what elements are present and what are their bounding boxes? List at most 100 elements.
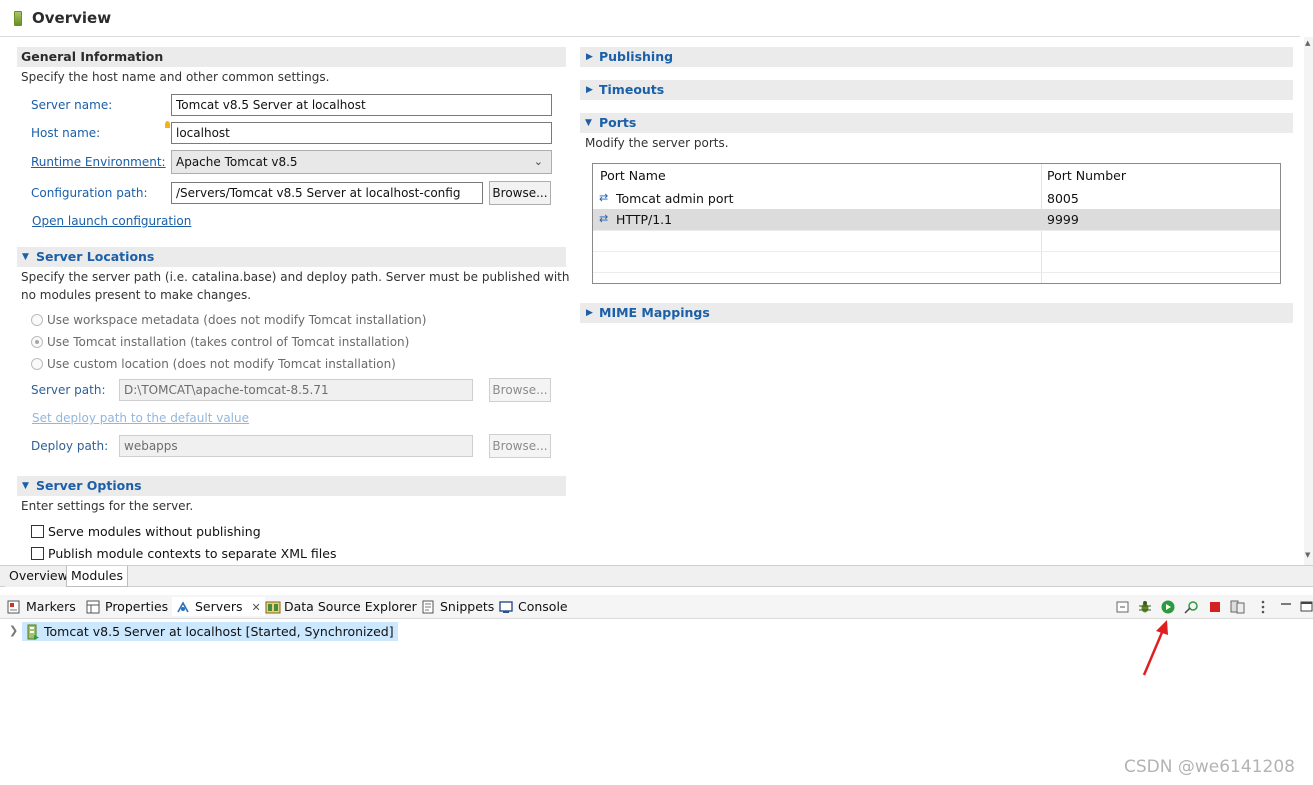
section-publishing[interactable]: ▶ Publishing [580,47,1293,67]
section-server-options[interactable]: ▼ Server Options [17,476,566,496]
checkbox [31,525,44,538]
server-list-item[interactable]: Tomcat v8.5 Server at localhost [Started… [22,622,398,641]
server-locations-description-1: Specify the server path (i.e. catalina.b… [21,270,570,284]
section-title: Ports [599,115,637,130]
config-browse-button[interactable]: Browse... [489,181,551,205]
deploy-path-browse-button: Browse... [489,434,551,458]
radio-label: Use Tomcat installation (takes control o… [47,335,410,349]
tab-label: Properties [105,599,169,614]
server-name-label: Server name: [31,98,113,112]
section-general-information: General Information [17,47,566,67]
radio-button [31,358,43,370]
tab-console[interactable]: Console [499,599,568,614]
header-divider [0,36,1300,37]
tab-snippets[interactable]: Snippets [421,599,494,614]
server-icon [14,11,22,26]
radio-workspace-metadata[interactable]: Use workspace metadata (does not modify … [31,312,426,328]
minimize-icon[interactable] [1279,600,1293,614]
debug-icon[interactable] [1138,600,1152,614]
tab-properties[interactable]: Properties [86,599,168,614]
column-header-port-name[interactable]: Port Name [600,168,666,183]
checkbox [31,547,44,560]
section-title: Server Options [36,478,142,493]
annotation-arrow [1142,620,1168,676]
tomcat-server-icon [26,624,40,645]
tab-modules[interactable]: Modules [66,566,128,587]
runtime-environment-link[interactable]: Runtime Environment: [31,155,166,169]
deploy-path-field: webapps [119,435,473,457]
close-icon[interactable]: ✕ [252,601,261,614]
row-divider [593,251,1280,252]
radio-label: Use workspace metadata (does not modify … [47,313,427,327]
host-name-label: Host name: [31,126,101,140]
chevron-down-icon: ⌄ [533,155,543,168]
maximize-icon[interactable] [1300,600,1313,614]
checkbox-publish-contexts[interactable]: Publish module contexts to separate XML … [31,546,336,562]
servers-view: ❯ Tomcat v8.5 Server at localhost [Start… [0,620,1313,785]
server-path-label: Server path: [31,383,106,397]
checkbox-label: Serve modules without publishing [48,524,261,539]
set-deploy-path-link: Set deploy path to the default value [32,411,250,425]
server-name-field[interactable]: Tomcat v8.5 Server at localhost [171,94,552,116]
column-header-port-number[interactable]: Port Number [1047,168,1126,183]
table-row[interactable]: ⇄ Tomcat admin port 8005 [593,188,1280,209]
section-server-locations[interactable]: ▼ Server Locations [17,247,566,267]
view-menu-icon[interactable] [1258,600,1272,614]
host-name-field[interactable]: localhost [171,122,552,144]
port-name-cell: Tomcat admin port [616,191,734,206]
tab-label: Data Source Explorer [284,599,417,614]
section-ports[interactable]: ▼ Ports [580,113,1293,133]
ports-table[interactable]: Port Name Port Number ⇄ Tomcat admin por… [592,163,1281,284]
deploy-path-label: Deploy path: [31,439,109,453]
port-number-cell[interactable]: 8005 [1047,191,1079,206]
data-source-icon [265,600,281,614]
section-mime-mappings[interactable]: ▶ MIME Mappings [580,303,1293,323]
publish-icon[interactable] [1230,600,1245,614]
tab-overview[interactable]: Overview [5,566,73,587]
configuration-path-field[interactable]: /Servers/Tomcat v8.5 Server at localhost… [171,182,483,204]
ports-description: Modify the server ports. [585,136,729,150]
collapsed-triangle-icon: ▶ [586,308,593,318]
port-number-cell[interactable]: 9999 [1047,212,1079,227]
radio-label: Use custom location (does not modify Tom… [47,357,396,371]
radio-custom-location[interactable]: Use custom location (does not modify Tom… [31,356,396,372]
server-path-browse-button: Browse... [489,378,551,402]
runtime-environment-value: Apache Tomcat v8.5 [176,155,298,169]
section-title: Publishing [599,49,674,64]
tab-markers[interactable]: Markers [7,599,76,614]
expanded-triangle-icon: ▼ [585,118,592,128]
start-server-icon[interactable] [1161,600,1175,614]
views-tab-bar: Markers Properties Servers ✕ Data Source… [0,595,1313,619]
section-title: Server Locations [36,249,155,264]
server-options-description: Enter settings for the server. [21,499,194,513]
table-row[interactable]: ⇄ HTTP/1.1 9999 [593,209,1280,230]
scroll-down-icon[interactable]: ▼ [1305,551,1310,559]
tab-data-source-explorer[interactable]: Data Source Explorer [265,599,417,614]
radio-tomcat-installation[interactable]: Use Tomcat installation (takes control o… [31,334,409,350]
open-launch-configuration-link[interactable]: Open launch configuration [32,214,191,228]
profile-icon[interactable] [1184,600,1198,614]
watermark: CSDN @we6141208 [1124,757,1295,777]
runtime-environment-select[interactable]: Apache Tomcat v8.5 ⌄ [171,150,552,174]
server-locations-description-2: no modules present to make changes. [21,288,252,302]
chevron-right-icon[interactable]: ❯ [9,624,18,637]
server-path-field: D:\TOMCAT\apache-tomcat-8.5.71 [119,379,473,401]
checkbox-serve-modules[interactable]: Serve modules without publishing [31,524,261,540]
section-timeouts[interactable]: ▶ Timeouts [580,80,1293,100]
stop-server-icon[interactable] [1208,600,1222,614]
port-icon: ⇄ [599,191,609,204]
tab-label: Console [518,599,568,614]
vertical-scrollbar[interactable]: ▲ ▼ [1304,37,1313,565]
collapsed-triangle-icon: ▶ [586,52,593,62]
markers-icon [7,600,21,614]
snippets-icon [421,600,435,614]
collapse-all-icon[interactable] [1116,600,1130,614]
scroll-up-icon[interactable]: ▲ [1305,39,1310,47]
row-divider [593,272,1280,273]
checkbox-label: Publish module contexts to separate XML … [48,546,337,561]
radio-button [31,314,43,326]
section-title: General Information [21,49,164,64]
expanded-triangle-icon: ▼ [22,481,29,491]
tab-servers[interactable]: Servers ✕ [172,597,265,616]
servers-icon [176,600,190,614]
